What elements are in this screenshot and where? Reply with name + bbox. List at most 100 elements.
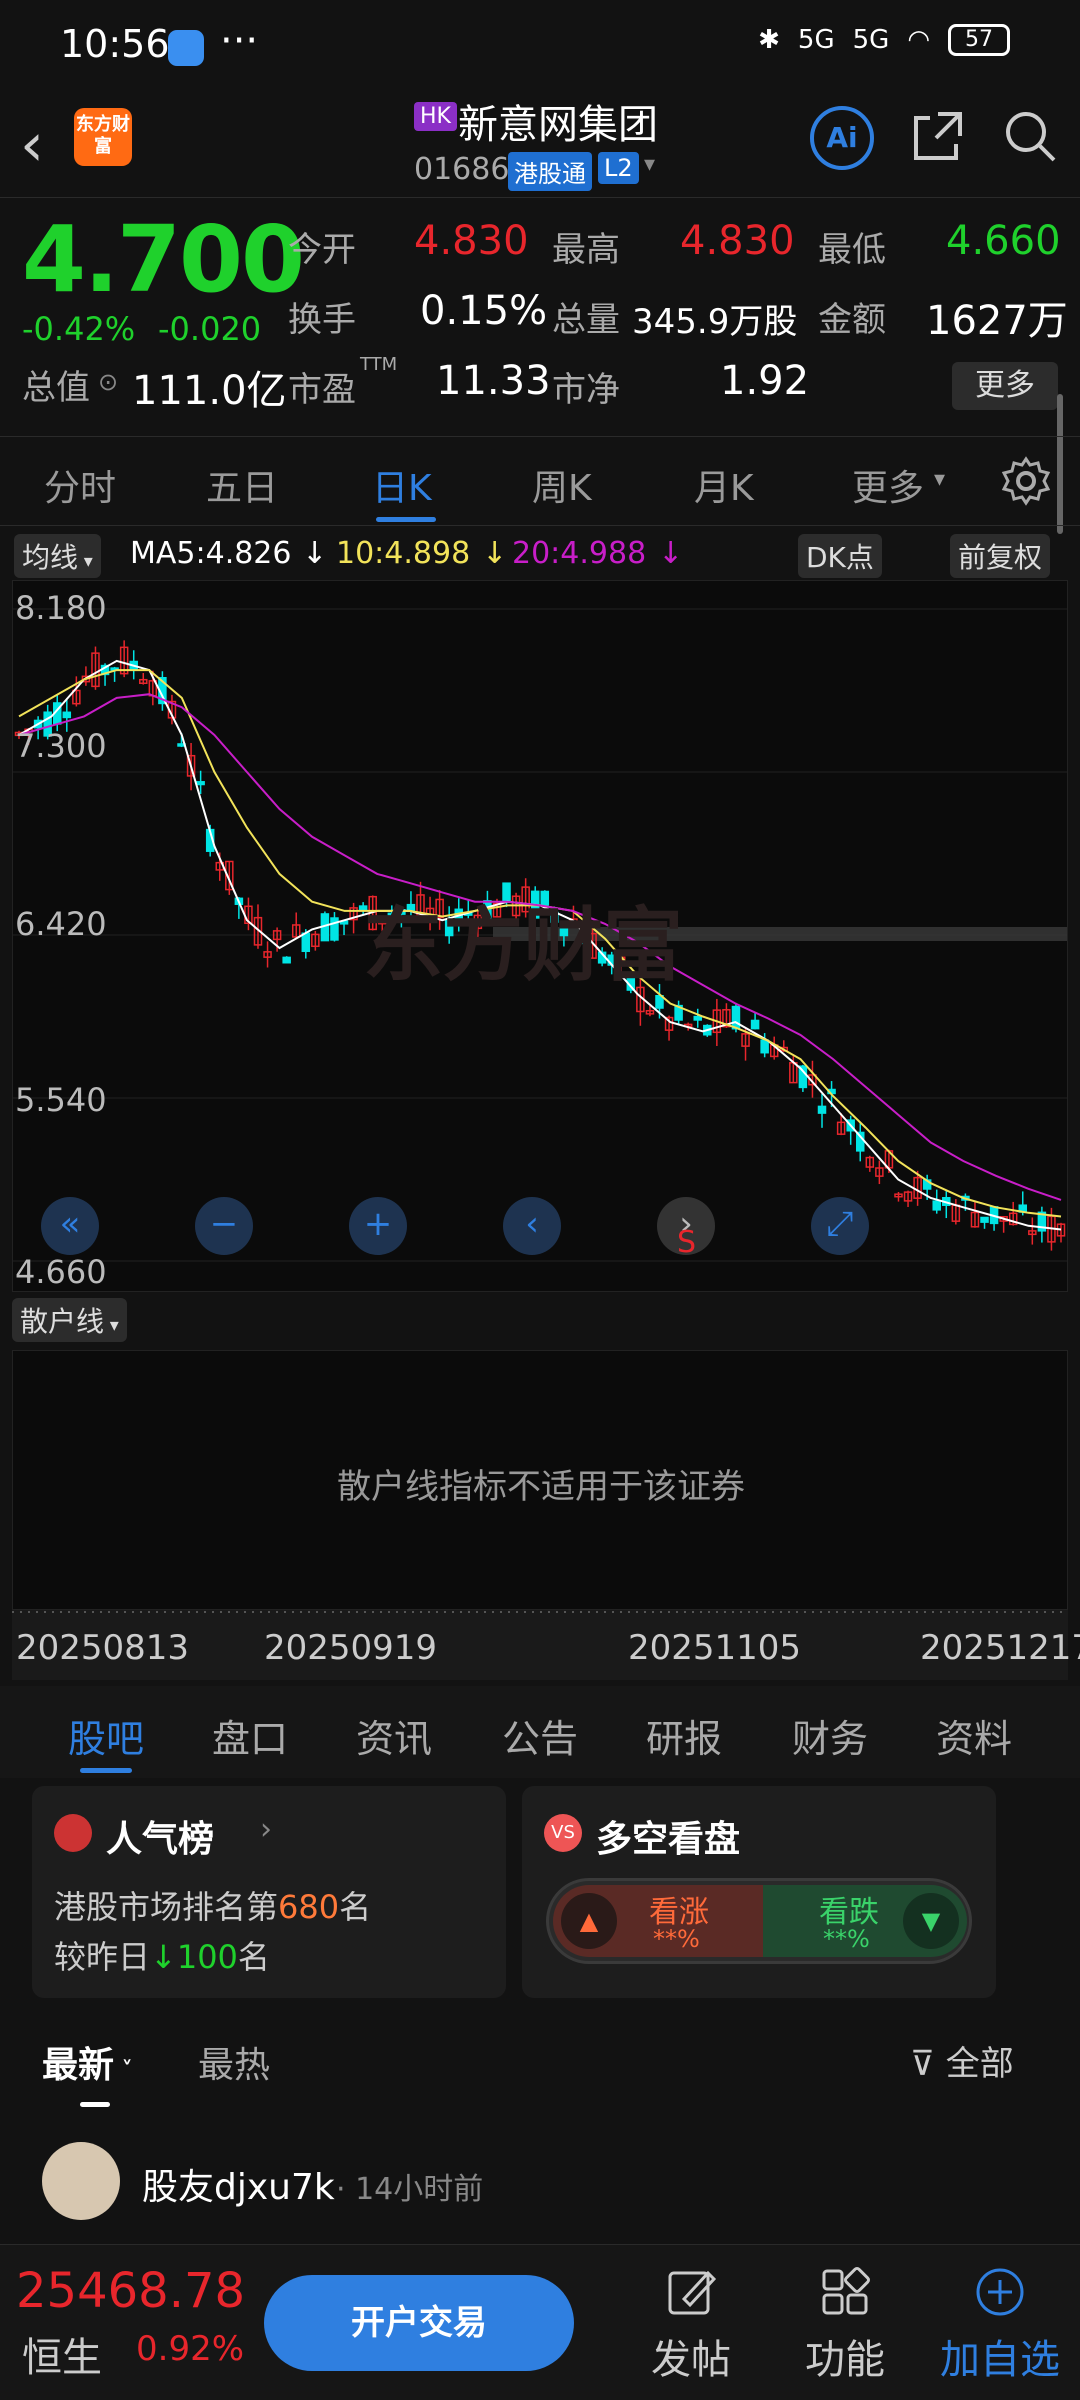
post-label: 发帖	[651, 2337, 731, 2383]
turnover-value: 0.15%	[420, 288, 548, 334]
tab-weekly-k[interactable]: 周K	[532, 459, 592, 511]
edit-icon	[668, 2270, 717, 2315]
add-watchlist-button[interactable]: 加自选	[930, 2265, 1070, 2385]
tools-button[interactable]: 功能	[790, 2265, 900, 2385]
stock-header: ‹ 东方财富 HK 新意网集团 01686 港股通 L2 ▾ Ai	[0, 92, 1080, 198]
tab-financials[interactable]: 财务	[792, 1708, 868, 1763]
caret-down-icon: ▾	[934, 467, 946, 492]
index-value[interactable]: 25468.78	[16, 2263, 245, 2319]
level2-tag[interactable]: L2	[598, 152, 639, 184]
back-icon[interactable]: ‹	[20, 110, 44, 180]
sort-hot[interactable]: 最热	[198, 2036, 270, 2088]
post-button[interactable]: 发帖	[636, 2265, 746, 2385]
vs-icon: VS	[544, 1814, 582, 1852]
fullscreen-button[interactable]: ⤢	[811, 1197, 869, 1255]
wifi-icon: ◠	[907, 25, 930, 55]
y-tick: 6.420	[15, 905, 107, 943]
sentiment-card[interactable]: VS 多空看盘 ▲ 看涨 **% 看跌 **% ▼	[522, 1786, 996, 1998]
zoom-in-button[interactable]: +	[349, 1197, 407, 1255]
kline-chart[interactable]: 8.180 7.300 6.420 5.540 4.660 东方财富 « − +…	[12, 580, 1068, 1292]
candle-body	[282, 956, 291, 964]
low-value: 4.660	[946, 218, 1061, 264]
ma5-legend: MA5:4.826	[130, 536, 292, 571]
bull-segment[interactable]: ▲ 看涨 **%	[553, 1885, 763, 1957]
tab-more-periods[interactable]: 更多	[852, 459, 924, 511]
tab-daily-k[interactable]: 日K	[372, 459, 432, 511]
tab-news[interactable]: 资讯	[356, 1708, 432, 1763]
more-notifications-icon: ···	[220, 18, 259, 64]
more-quote-button[interactable]: 更多	[952, 362, 1058, 410]
tab-five-day[interactable]: 五日	[206, 459, 278, 511]
open-account-trade-button[interactable]: 开户交易	[264, 2275, 574, 2371]
tab-order-book[interactable]: 盘口	[212, 1708, 288, 1763]
low-label: 最低	[818, 230, 886, 270]
turnover-label: 换手	[288, 300, 356, 340]
ai-button[interactable]: Ai	[810, 106, 874, 170]
candle-body	[330, 917, 339, 941]
popularity-title: 人气榜	[106, 1819, 215, 1860]
app-logo[interactable]: 东方财富	[74, 108, 132, 166]
last-price: 4.700	[22, 206, 305, 313]
add-watchlist-label: 加自选	[940, 2337, 1060, 2383]
caret-down-icon[interactable]: ▾	[644, 152, 655, 177]
pe-label: 市盈	[288, 370, 356, 410]
info-tabs: 股吧 盘口 资讯 公告 研报 财务 资料	[0, 1686, 1080, 1778]
rank-suffix: 名	[339, 1888, 372, 1926]
zoom-out-button[interactable]: −	[195, 1197, 253, 1255]
triangle-up-icon: ▲	[561, 1893, 617, 1949]
filter-icon: ⊽	[910, 2044, 946, 2084]
ma20-legend: 20:4.988	[512, 536, 647, 571]
x-tick: 20250813	[16, 1628, 190, 1668]
sub-indicator-select[interactable]: 散户线 ▾	[12, 1298, 127, 1342]
tab-monthly-k[interactable]: 月K	[694, 459, 754, 511]
adjust-button[interactable]: 前复权	[950, 534, 1051, 578]
tab-intraday[interactable]: 分时	[44, 459, 116, 511]
rank-prefix: 港股市场排名第	[54, 1888, 279, 1926]
avatar[interactable]	[42, 2142, 120, 2220]
post-item[interactable]: 股友djxu7k · 14小时前	[0, 2130, 1080, 2240]
candle-body	[301, 932, 311, 953]
jump-start-button[interactable]: «	[41, 1197, 99, 1255]
pe-ttm-sup: TTM	[360, 354, 398, 375]
candle-body	[760, 1039, 769, 1054]
amount-label: 金额	[818, 300, 886, 340]
arrow-down-icon: ↓	[150, 1938, 177, 1976]
market-tag: HK	[414, 102, 457, 131]
watermark: 东方财富	[363, 899, 683, 992]
indicator-select[interactable]: 均线 ▾	[14, 534, 101, 578]
index-change: 0.92%	[136, 2329, 245, 2369]
status-bar: 10:56 ··· ✱ 5G 5G ◠ 57	[0, 0, 1080, 92]
bear-segment[interactable]: 看跌 **% ▼	[763, 1885, 967, 1957]
tab-profile[interactable]: 资料	[936, 1708, 1012, 1763]
search-icon[interactable]	[1000, 106, 1060, 166]
candle-body	[817, 1105, 827, 1114]
dk-point-button[interactable]: DK点	[798, 534, 882, 578]
sell-marker: S	[677, 1225, 697, 1260]
popularity-card[interactable]: 人气榜 › 港股市场排名第680名 较昨日↓100名	[32, 1786, 506, 1998]
y-tick: 4.660	[15, 1253, 107, 1291]
info-icon[interactable]: ⊙	[98, 368, 118, 396]
indicator-label: 均线	[22, 541, 79, 574]
sort-latest[interactable]: 最新 ˅	[42, 2036, 133, 2088]
gear-icon[interactable]	[1000, 455, 1052, 507]
status-time: 10:56	[60, 22, 170, 66]
tab-announcements[interactable]: 公告	[502, 1708, 578, 1763]
scroll-left-button[interactable]: ‹	[503, 1197, 561, 1255]
x-tick: 20250919	[264, 1628, 438, 1668]
open-value: 4.830	[414, 218, 529, 264]
ma5-trend-icon: ↓	[302, 536, 328, 571]
post-username[interactable]: 股友djxu7k	[142, 2158, 335, 2210]
period-tabs: 分时 五日 日K 周K 月K 更多 ▾	[0, 436, 1080, 526]
hk-connect-tag: 港股通	[508, 152, 592, 191]
tab-research[interactable]: 研报	[646, 1708, 722, 1763]
grid-icon	[822, 2267, 870, 2315]
ma10-legend: 10:4.898	[336, 536, 471, 571]
share-icon[interactable]	[908, 106, 968, 166]
tab-guba[interactable]: 股吧	[68, 1708, 144, 1763]
plus-circle-icon	[976, 2268, 1024, 2316]
pb-label: 市净	[552, 370, 620, 410]
sentiment-bar: ▲ 看涨 **% 看跌 **% ▼	[546, 1878, 972, 1964]
y-tick: 8.180	[15, 589, 107, 627]
bear-value: **%	[823, 1925, 870, 1953]
filter-button[interactable]: ⊽ 全部	[910, 2036, 1014, 2085]
